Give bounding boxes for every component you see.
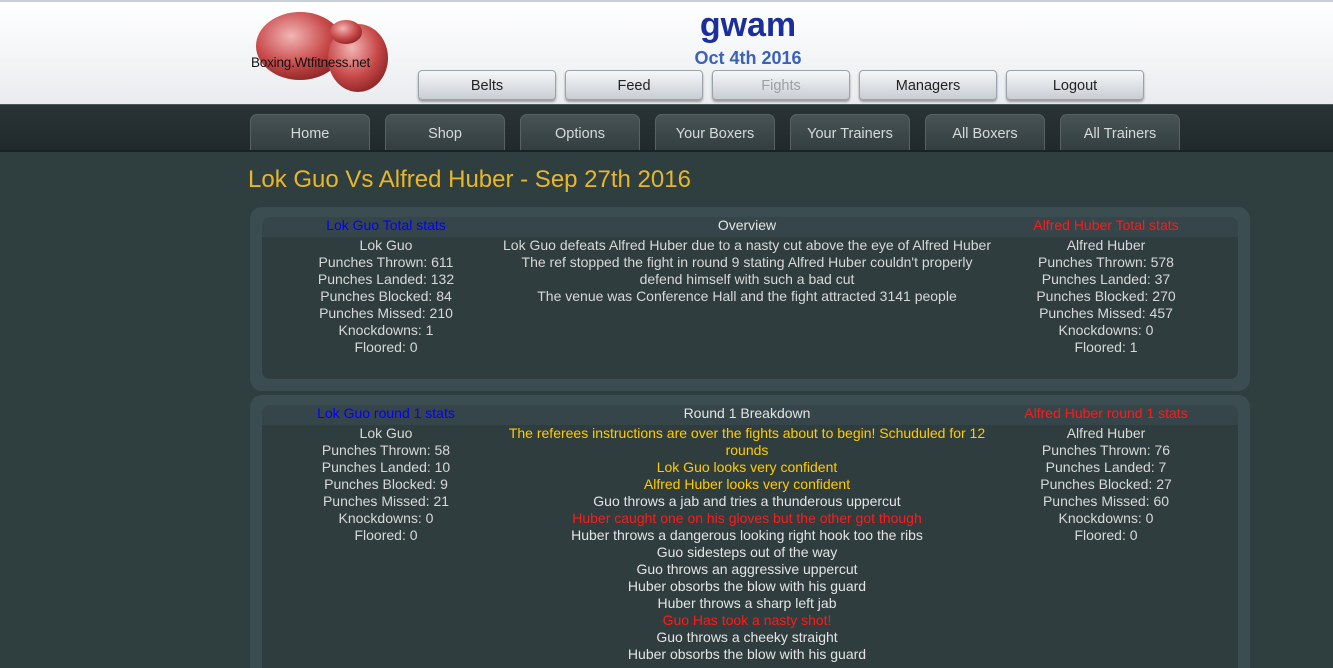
stat-line: Floored: 1 bbox=[1074, 339, 1138, 355]
left-total-stats-heading[interactable]: Lok Guo Total stats bbox=[276, 217, 496, 234]
stat-line: Punches Blocked: 9 bbox=[324, 476, 448, 492]
event-line: The referees instructions are over the f… bbox=[508, 425, 986, 458]
subnav-shop[interactable]: Shop bbox=[385, 114, 505, 150]
stat-line: Knockdowns: 0 bbox=[1058, 510, 1154, 526]
subnav-home[interactable]: Home bbox=[250, 114, 370, 150]
event-line: Alfred Huber looks very confident bbox=[643, 476, 851, 492]
game-date: Oct 4th 2016 bbox=[694, 48, 802, 68]
page-title: Lok Guo Vs Alfred Huber - Sep 27th 2016 bbox=[248, 166, 691, 193]
event-line: Huber caught one on his gloves but the o… bbox=[572, 510, 922, 526]
stat-line: Punches Landed: 10 bbox=[321, 459, 451, 475]
event-line: Huber throws a dangerous looking right h… bbox=[571, 527, 923, 543]
event-line: Guo throws a jab and tries a thunderous … bbox=[593, 493, 901, 509]
stat-line: Alfred Huber bbox=[1066, 425, 1146, 441]
stat-line: Punches Landed: 132 bbox=[317, 271, 455, 287]
nav-managers[interactable]: Managers bbox=[859, 70, 997, 100]
event-line: Huber obsorbs the blow with his guard bbox=[627, 578, 867, 594]
stat-line: Punches Blocked: 84 bbox=[320, 288, 452, 304]
right-total-stats-heading[interactable]: Alfred Huber Total stats bbox=[996, 217, 1216, 234]
round-1-panel: Lok Guo round 1 stats Lok Guo Punches Th… bbox=[250, 395, 1250, 668]
site-name: gwam bbox=[699, 6, 797, 44]
overview-heading: Overview bbox=[717, 217, 777, 233]
summary-line: Lok Guo defeats Alfred Huber due to a na… bbox=[503, 237, 991, 253]
stat-line: Punches Missed: 60 bbox=[1042, 493, 1170, 509]
stat-line: Punches Landed: 37 bbox=[1041, 271, 1171, 287]
event-line: Huber throws a sharp left jab bbox=[657, 595, 837, 611]
stat-line: Punches Thrown: 611 bbox=[318, 254, 454, 270]
nav-fights[interactable]: Fights bbox=[712, 70, 850, 100]
subnav-your-trainers[interactable]: Your Trainers bbox=[790, 114, 910, 150]
event-line: Guo Has took a nasty shot! bbox=[662, 612, 832, 628]
stat-line: Punches Missed: 457 bbox=[1039, 305, 1173, 321]
stat-line: Floored: 0 bbox=[354, 527, 418, 543]
stat-line: Punches Blocked: 270 bbox=[1036, 288, 1176, 304]
overview-summary: Overview Lok Guo defeats Alfred Huber du… bbox=[502, 217, 992, 305]
stat-line: Lok Guo bbox=[359, 237, 413, 253]
site-header: Boxing.Wtfitness.net gwam Oct 4th 2016 B… bbox=[0, 0, 1333, 104]
subnav-your-boxers[interactable]: Your Boxers bbox=[655, 114, 775, 150]
event-line: Lok Guo looks very confident bbox=[656, 459, 838, 475]
stat-line: Punches Missed: 210 bbox=[319, 305, 453, 321]
left-round-stats: Lok Guo round 1 stats Lok Guo Punches Th… bbox=[276, 405, 496, 544]
round-1-panel-inner: Lok Guo round 1 stats Lok Guo Punches Th… bbox=[262, 405, 1238, 668]
nav-feed[interactable]: Feed bbox=[565, 70, 703, 100]
summary-line: The ref stopped the fight in round 9 sta… bbox=[521, 254, 973, 287]
stat-line: Punches Thrown: 76 bbox=[1041, 442, 1171, 458]
right-round-stats: Alfred Huber round 1 stats Alfred Huber … bbox=[996, 405, 1216, 544]
summary-line: The venue was Conference Hall and the fi… bbox=[537, 288, 957, 304]
overview-panel-inner: Lok Guo Total stats Lok Guo Punches Thro… bbox=[262, 217, 1238, 379]
left-total-stats: Lok Guo Total stats Lok Guo Punches Thro… bbox=[276, 217, 496, 356]
stat-line: Floored: 0 bbox=[1074, 527, 1138, 543]
nav-belts[interactable]: Belts bbox=[418, 70, 556, 100]
nav-logout[interactable]: Logout bbox=[1006, 70, 1144, 100]
stat-line: Punches Landed: 7 bbox=[1045, 459, 1167, 475]
event-line: Guo sidesteps out of the way bbox=[656, 544, 838, 560]
stat-line: Knockdowns: 1 bbox=[338, 322, 434, 338]
event-line: Guo throws a cheeky straight bbox=[656, 629, 838, 645]
stat-line: Floored: 0 bbox=[354, 339, 418, 355]
right-round-stats-heading[interactable]: Alfred Huber round 1 stats bbox=[996, 405, 1216, 422]
stat-line: Alfred Huber bbox=[1066, 237, 1146, 253]
stat-line: Punches Missed: 21 bbox=[322, 493, 450, 509]
subnav-all-boxers[interactable]: All Boxers bbox=[925, 114, 1045, 150]
right-total-stats: Alfred Huber Total stats Alfred Huber Pu… bbox=[996, 217, 1216, 356]
event-line: Huber obsorbs the blow with his guard bbox=[627, 646, 867, 662]
event-line: Guo throws an aggressive uppercut bbox=[636, 561, 858, 577]
stat-line: Lok Guo bbox=[359, 425, 413, 441]
left-round-stats-heading[interactable]: Lok Guo round 1 stats bbox=[276, 405, 496, 422]
stat-line: Knockdowns: 0 bbox=[338, 510, 434, 526]
round-breakdown: Round 1 Breakdown The referees instructi… bbox=[502, 405, 992, 663]
stat-line: Knockdowns: 0 bbox=[1058, 322, 1154, 338]
stat-line: Punches Thrown: 578 bbox=[1038, 254, 1174, 270]
overview-panel: Lok Guo Total stats Lok Guo Punches Thro… bbox=[250, 207, 1250, 391]
stat-line: Punches Blocked: 27 bbox=[1040, 476, 1172, 492]
subnav-all-trainers[interactable]: All Trainers bbox=[1060, 114, 1180, 150]
round-breakdown-heading: Round 1 Breakdown bbox=[683, 405, 811, 421]
stat-line: Punches Thrown: 58 bbox=[321, 442, 451, 458]
subnav-options[interactable]: Options bbox=[520, 114, 640, 150]
